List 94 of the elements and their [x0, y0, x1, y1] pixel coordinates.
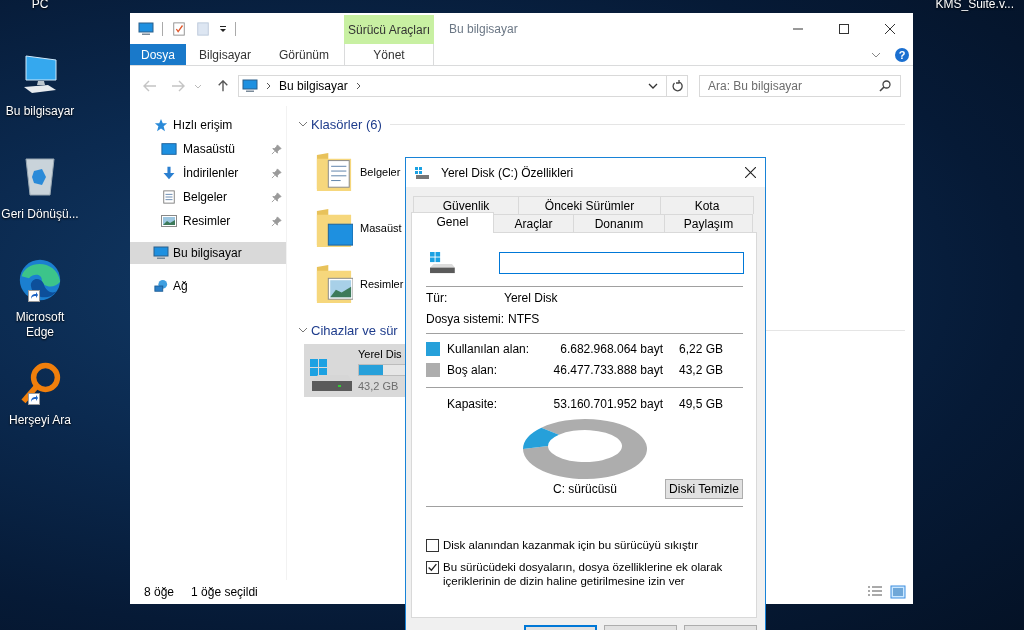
dialog-title: Yerel Disk (C:) Özellikleri — [441, 165, 574, 180]
address-bar[interactable]: Bu bilgisayar — [238, 75, 688, 97]
property-value: Yerel Disk — [504, 290, 558, 305]
used-space-segment — [523, 427, 559, 449]
nav-item[interactable]: Hızlı erişim — [130, 113, 286, 137]
window-title: Bu bilgisayar — [449, 21, 518, 36]
folder-label[interactable]: Belgeler — [360, 166, 401, 178]
property-label: Tür: — [426, 290, 449, 305]
group-header[interactable]: Cihazlar ve sür — [311, 322, 398, 338]
nav-item[interactable]: Belgeler — [130, 185, 286, 209]
maximize-icon — [839, 23, 849, 34]
space-label: Boş alan: — [447, 362, 499, 377]
dropdown-icon[interactable] — [648, 83, 658, 89]
desktop-icon-label[interactable]: Geri Dönüşü... — [1, 207, 79, 222]
space-size: 6,22 GB — [677, 341, 723, 356]
close-button[interactable] — [745, 167, 756, 178]
star-icon — [153, 118, 169, 132]
magnifier-icon[interactable] — [18, 361, 62, 405]
status-text: 8 öğe — [144, 585, 175, 599]
property-label: Dosya sistemi: — [426, 311, 506, 326]
dialog-tab[interactable]: Kota — [660, 196, 754, 214]
capacity-bytes: 53.160.701.952 bayt — [552, 396, 663, 411]
ribbon-tab[interactable]: Dosya — [130, 44, 186, 65]
nav-item[interactable]: Ağ — [130, 274, 286, 298]
checkbox[interactable] — [426, 561, 439, 574]
checkbox-label[interactable]: Bu sürücüdeki dosyaların, dosya özelliklerine ek olarak içeriklerinin de dizin haline getirilmesine izin ver — [443, 560, 744, 588]
space-bytes: 46.477.733.888 bayt — [552, 362, 663, 377]
details-view-icon[interactable] — [867, 585, 883, 599]
drive-name: Yerel Dis — [358, 347, 402, 362]
collapse-chevron-icon[interactable] — [298, 121, 308, 127]
dialog-tab[interactable]: Genel — [411, 212, 494, 233]
desktop-icon-label[interactable]: Bu bilgisayar — [5, 104, 75, 119]
properties-icon[interactable] — [171, 21, 187, 36]
desktop-icon-label[interactable]: KMS_Suite.v... — [935, 0, 1014, 11]
download-icon — [161, 166, 177, 180]
ribbon-tab[interactable]: Bilgisayar — [186, 44, 264, 65]
dialog-tab[interactable]: Araçlar — [493, 214, 574, 232]
pin-icon[interactable] — [271, 191, 282, 203]
volume-label-field[interactable] — [498, 252, 744, 274]
folder-icon[interactable] — [315, 150, 353, 194]
browser-icon[interactable] — [18, 258, 62, 302]
up-button[interactable] — [216, 80, 230, 92]
drive-icon — [308, 357, 354, 393]
nav-item[interactable]: Bu bilgisayar — [130, 242, 286, 264]
nav-item[interactable]: Masaüstü — [130, 137, 286, 161]
space-size: 43,2 GB — [677, 362, 723, 377]
capacity-size: 49,5 GB — [677, 396, 723, 411]
group-header[interactable]: Klasörler (6) — [311, 116, 382, 132]
pin-icon[interactable] — [271, 167, 282, 179]
breadcrumb-item[interactable]: Bu bilgisayar — [279, 79, 348, 93]
pin-icon[interactable] — [271, 143, 282, 155]
ribbon-tab[interactable]: Görünüm — [264, 44, 344, 65]
dialog-tab[interactable]: Paylaşım — [664, 214, 753, 232]
caret-icon[interactable] — [219, 24, 227, 33]
collapse-chevron-icon[interactable] — [298, 327, 308, 333]
space-label: Kullanılan alan: — [447, 341, 531, 356]
folder-icon[interactable] — [315, 206, 353, 250]
computer-icon — [153, 246, 169, 260]
ribbon-tab[interactable]: Yönet — [344, 44, 434, 65]
breadcrumb-chevron-icon[interactable] — [355, 82, 361, 90]
nav-item[interactable]: İndirilenler — [130, 161, 286, 185]
space-bytes: 6.682.968.064 bayt — [559, 341, 663, 356]
folder-label[interactable]: Resimler — [360, 278, 404, 290]
dialog-tab[interactable]: Güvenlik — [413, 196, 519, 214]
context-tab-header: Sürücü Araçları — [344, 15, 434, 44]
drive-icon — [414, 166, 430, 179]
computer-icon — [242, 79, 258, 93]
desktop-icon-label[interactable]: Herşeyi Ara — [9, 413, 71, 428]
breadcrumb-chevron-icon[interactable] — [266, 82, 271, 90]
drive-free-space: 43,2 GB — [358, 379, 399, 394]
property-value: NTFS — [508, 311, 540, 326]
close-icon — [885, 23, 895, 34]
checkbox[interactable] — [426, 539, 439, 552]
disk-cleanup-button[interactable]: Diski Temizle — [665, 479, 743, 499]
drive-icon — [428, 252, 456, 274]
folder-icon[interactable] — [315, 262, 353, 306]
document-icon — [161, 190, 177, 204]
status-text: 1 öğe seçildi — [191, 585, 258, 599]
refresh-icon — [671, 80, 683, 92]
drive-caption: C: sürücüsü — [553, 482, 617, 496]
pin-icon[interactable] — [271, 215, 282, 227]
expand-ribbon-icon[interactable] — [871, 51, 881, 58]
help-button[interactable]: ? — [895, 47, 909, 62]
desktop-icon-label[interactable]: Microsoft Edge — [0, 310, 80, 340]
search-field[interactable]: Ara: Bu bilgisayar — [699, 75, 901, 97]
folder-label[interactable]: Masaüst — [360, 222, 402, 234]
picture-icon — [161, 214, 177, 228]
search-icon — [879, 80, 891, 92]
monitor-icon — [161, 142, 177, 156]
desktop-icon-label[interactable]: PC — [31, 0, 49, 12]
capacity-label: Kapasite: — [447, 396, 499, 411]
nav-item[interactable]: Resimler — [130, 209, 286, 233]
checkbox-label[interactable]: Disk alanından kazanmak için bu sürücüyü sıkıştır — [443, 538, 744, 552]
network-icon — [153, 279, 169, 293]
